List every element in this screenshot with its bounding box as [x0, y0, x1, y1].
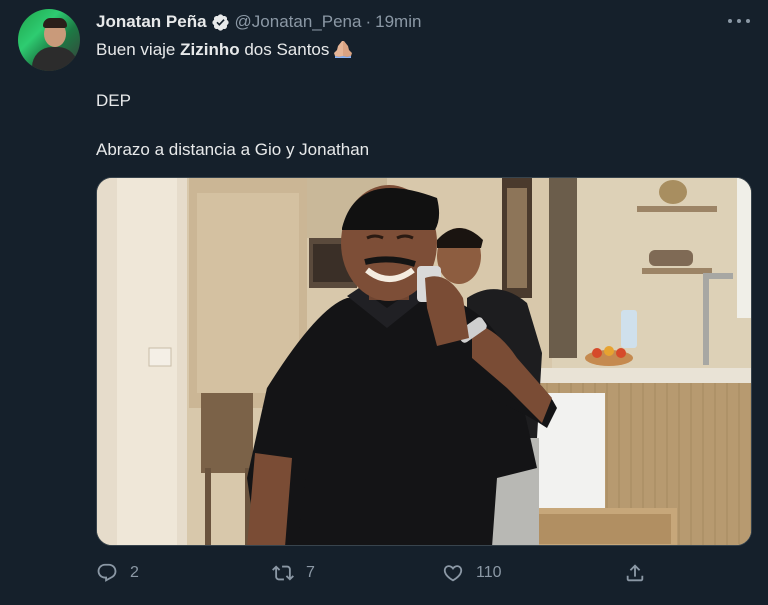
reply-button[interactable]: 2 — [96, 562, 139, 584]
separator-dot: · — [365, 12, 372, 31]
like-button[interactable]: 110 — [442, 562, 502, 584]
tweet-actions: 2 7 110 — [96, 562, 656, 592]
author-handle[interactable]: @Jonatan_Pena — [235, 10, 362, 34]
tweet-line-3: Abrazo a distancia a Gio y Jonathan — [96, 140, 370, 159]
tweet: Jonatan Peña @Jonatan_Pena · 19min Buen … — [0, 0, 768, 605]
photo-illustration — [97, 178, 751, 545]
tweet-header: Jonatan Peña @Jonatan_Pena · 19min — [96, 10, 421, 34]
share-button[interactable] — [624, 562, 646, 584]
like-count: 110 — [476, 564, 502, 581]
retweet-count: 7 — [306, 564, 315, 581]
avatar-hair — [43, 18, 67, 28]
retweet-button[interactable]: 7 — [272, 562, 315, 584]
more-options-icon[interactable] — [728, 10, 750, 32]
tweet-timestamp[interactable]: 19min — [375, 10, 421, 34]
folded-hands-icon — [334, 41, 353, 58]
share-icon — [626, 564, 644, 582]
reply-icon — [97, 563, 117, 582]
avatar-shirt — [32, 47, 78, 71]
bold-name: Zizinho — [180, 40, 240, 59]
author-name[interactable]: Jonatan Peña — [96, 10, 207, 34]
tweet-photo[interactable] — [96, 177, 752, 546]
reply-count: 2 — [130, 564, 139, 581]
tweet-line-2: DEP — [96, 91, 131, 110]
verified-badge-icon — [211, 13, 229, 31]
retweet-icon — [272, 565, 294, 581]
avatar[interactable] — [18, 9, 80, 71]
heart-icon — [443, 565, 463, 582]
tweet-line-1: Buen viaje Zizinho dos Santos — [96, 38, 353, 62]
